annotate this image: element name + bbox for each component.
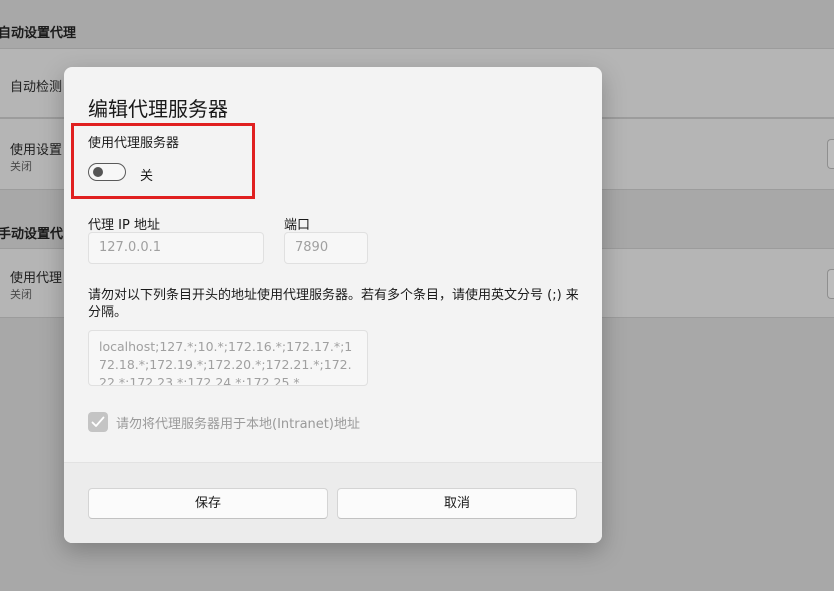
use-proxy-server-label: 使用代理服务器 bbox=[88, 136, 180, 151]
auto-proxy-section-title: 自动设置代理 bbox=[0, 26, 77, 41]
dialog-title: 编辑代理服务器 bbox=[88, 97, 228, 121]
manual-proxy-section-title: 手动设置代 bbox=[0, 227, 64, 242]
edit-button[interactable] bbox=[827, 269, 834, 299]
edit-proxy-dialog: 编辑代理服务器 使用代理服务器 关 代理 IP 地址 127.0.0.1 端口 … bbox=[64, 67, 602, 543]
use-proxy-label: 使用代理 bbox=[10, 271, 63, 286]
exceptions-textarea[interactable]: localhost;127.*;10.*;172.16.*;172.17.*;1… bbox=[88, 330, 368, 386]
cancel-button[interactable]: 取消 bbox=[337, 488, 577, 519]
use-script-status: 关闭 bbox=[10, 160, 32, 173]
use-proxy-status: 关闭 bbox=[10, 288, 32, 301]
setup-button[interactable] bbox=[827, 139, 834, 169]
exceptions-description: 请勿对以下列条目开头的地址使用代理服务器。若有多个条目，请使用英文分号 (;) … bbox=[88, 288, 579, 320]
use-proxy-toggle[interactable] bbox=[88, 163, 126, 181]
toggle-knob bbox=[93, 167, 103, 177]
dialog-footer: 保存 取消 bbox=[64, 462, 602, 543]
bypass-local-checkbox[interactable] bbox=[88, 412, 108, 432]
port-label: 端口 bbox=[284, 218, 311, 233]
proxy-ip-label: 代理 IP 地址 bbox=[88, 218, 160, 233]
save-button[interactable]: 保存 bbox=[88, 488, 328, 519]
toggle-state-label: 关 bbox=[140, 169, 154, 184]
auto-detect-label: 自动检测 bbox=[10, 80, 63, 95]
proxy-ip-input[interactable]: 127.0.0.1 bbox=[88, 232, 264, 264]
port-input[interactable]: 7890 bbox=[284, 232, 368, 264]
bypass-local-label: 请勿将代理服务器用于本地(Intranet)地址 bbox=[116, 417, 360, 432]
checkmark-icon bbox=[91, 416, 105, 427]
use-script-label: 使用设置 bbox=[10, 143, 63, 158]
